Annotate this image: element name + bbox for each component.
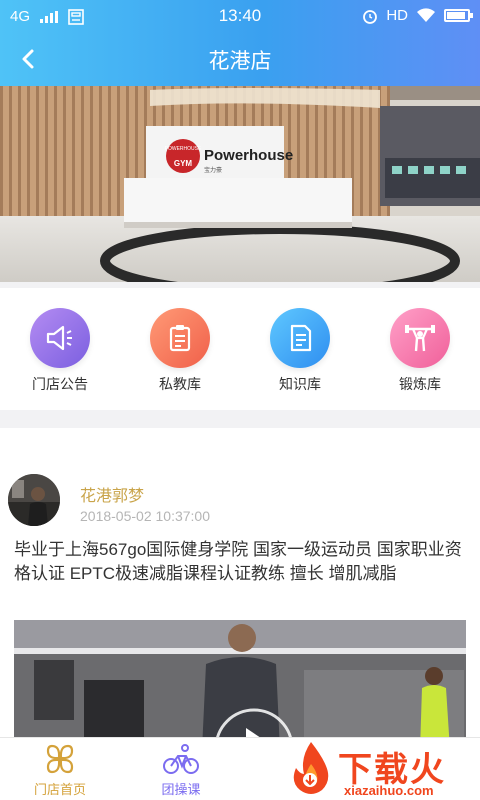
- hd-label: HD: [386, 7, 408, 24]
- alarm-icon: [363, 9, 378, 24]
- sign-cn: 宝力豪: [204, 166, 222, 174]
- document-icon: [270, 308, 330, 368]
- logo-text-bottom: GYM: [174, 159, 193, 168]
- avatar[interactable]: [8, 474, 60, 526]
- divider: [0, 410, 480, 428]
- clipboard-icon: [150, 308, 210, 368]
- menu-label: 锻炼库: [399, 376, 441, 392]
- video-thumbnail[interactable]: [14, 620, 466, 750]
- cycling-icon: [163, 744, 199, 774]
- tab-label: 门店首页: [33, 782, 86, 797]
- sign-brand: Powerhouse: [204, 147, 293, 164]
- menu-item-notice[interactable]: 门店公告: [0, 288, 120, 410]
- weightlifter-icon: [390, 308, 450, 368]
- battery-icon: [444, 9, 473, 22]
- menu-label: 私教库: [159, 376, 201, 392]
- store-home-icon: [46, 744, 74, 774]
- quick-menu: 门店公告 私教库 知识库 锻炼库: [0, 288, 480, 410]
- menu-item-exercise[interactable]: 锻炼库: [360, 288, 480, 410]
- watermark-sub: xiazaihuo.com: [344, 783, 434, 798]
- menu-item-trainers[interactable]: 私教库: [120, 288, 240, 410]
- megaphone-icon: [30, 308, 90, 368]
- wifi-icon: [417, 8, 435, 22]
- flame-logo-icon: [293, 742, 329, 794]
- status-bar: 4G 13:40 HD: [0, 0, 480, 32]
- store-photo: POWERHOUSE GYM Powerhouse 宝力豪: [0, 86, 480, 282]
- post-time: 2018-05-02 10:37:00: [80, 508, 210, 524]
- nav-bar: 花港店: [0, 32, 480, 86]
- tab-store-home[interactable]: 门店首页: [10, 738, 110, 800]
- menu-label: 门店公告: [32, 376, 88, 392]
- watermark: 下载火 xiazaihuo.com: [282, 738, 480, 800]
- author-name[interactable]: 花港郭梦: [80, 482, 144, 506]
- logo-text-top: POWERHOUSE: [165, 146, 202, 152]
- page-title: 花港店: [208, 50, 272, 73]
- top-header: 4G 13:40 HD 花港店: [0, 0, 480, 86]
- tab-label: 团操课: [161, 782, 201, 797]
- tab-group-class[interactable]: 团操课: [131, 738, 231, 800]
- menu-item-knowledge[interactable]: 知识库: [240, 288, 360, 410]
- menu-label: 知识库: [279, 376, 321, 392]
- post-text: 毕业于上海567go国际健身学院 国家一级运动员 国家职业资格认证 EPTC极速…: [14, 540, 462, 583]
